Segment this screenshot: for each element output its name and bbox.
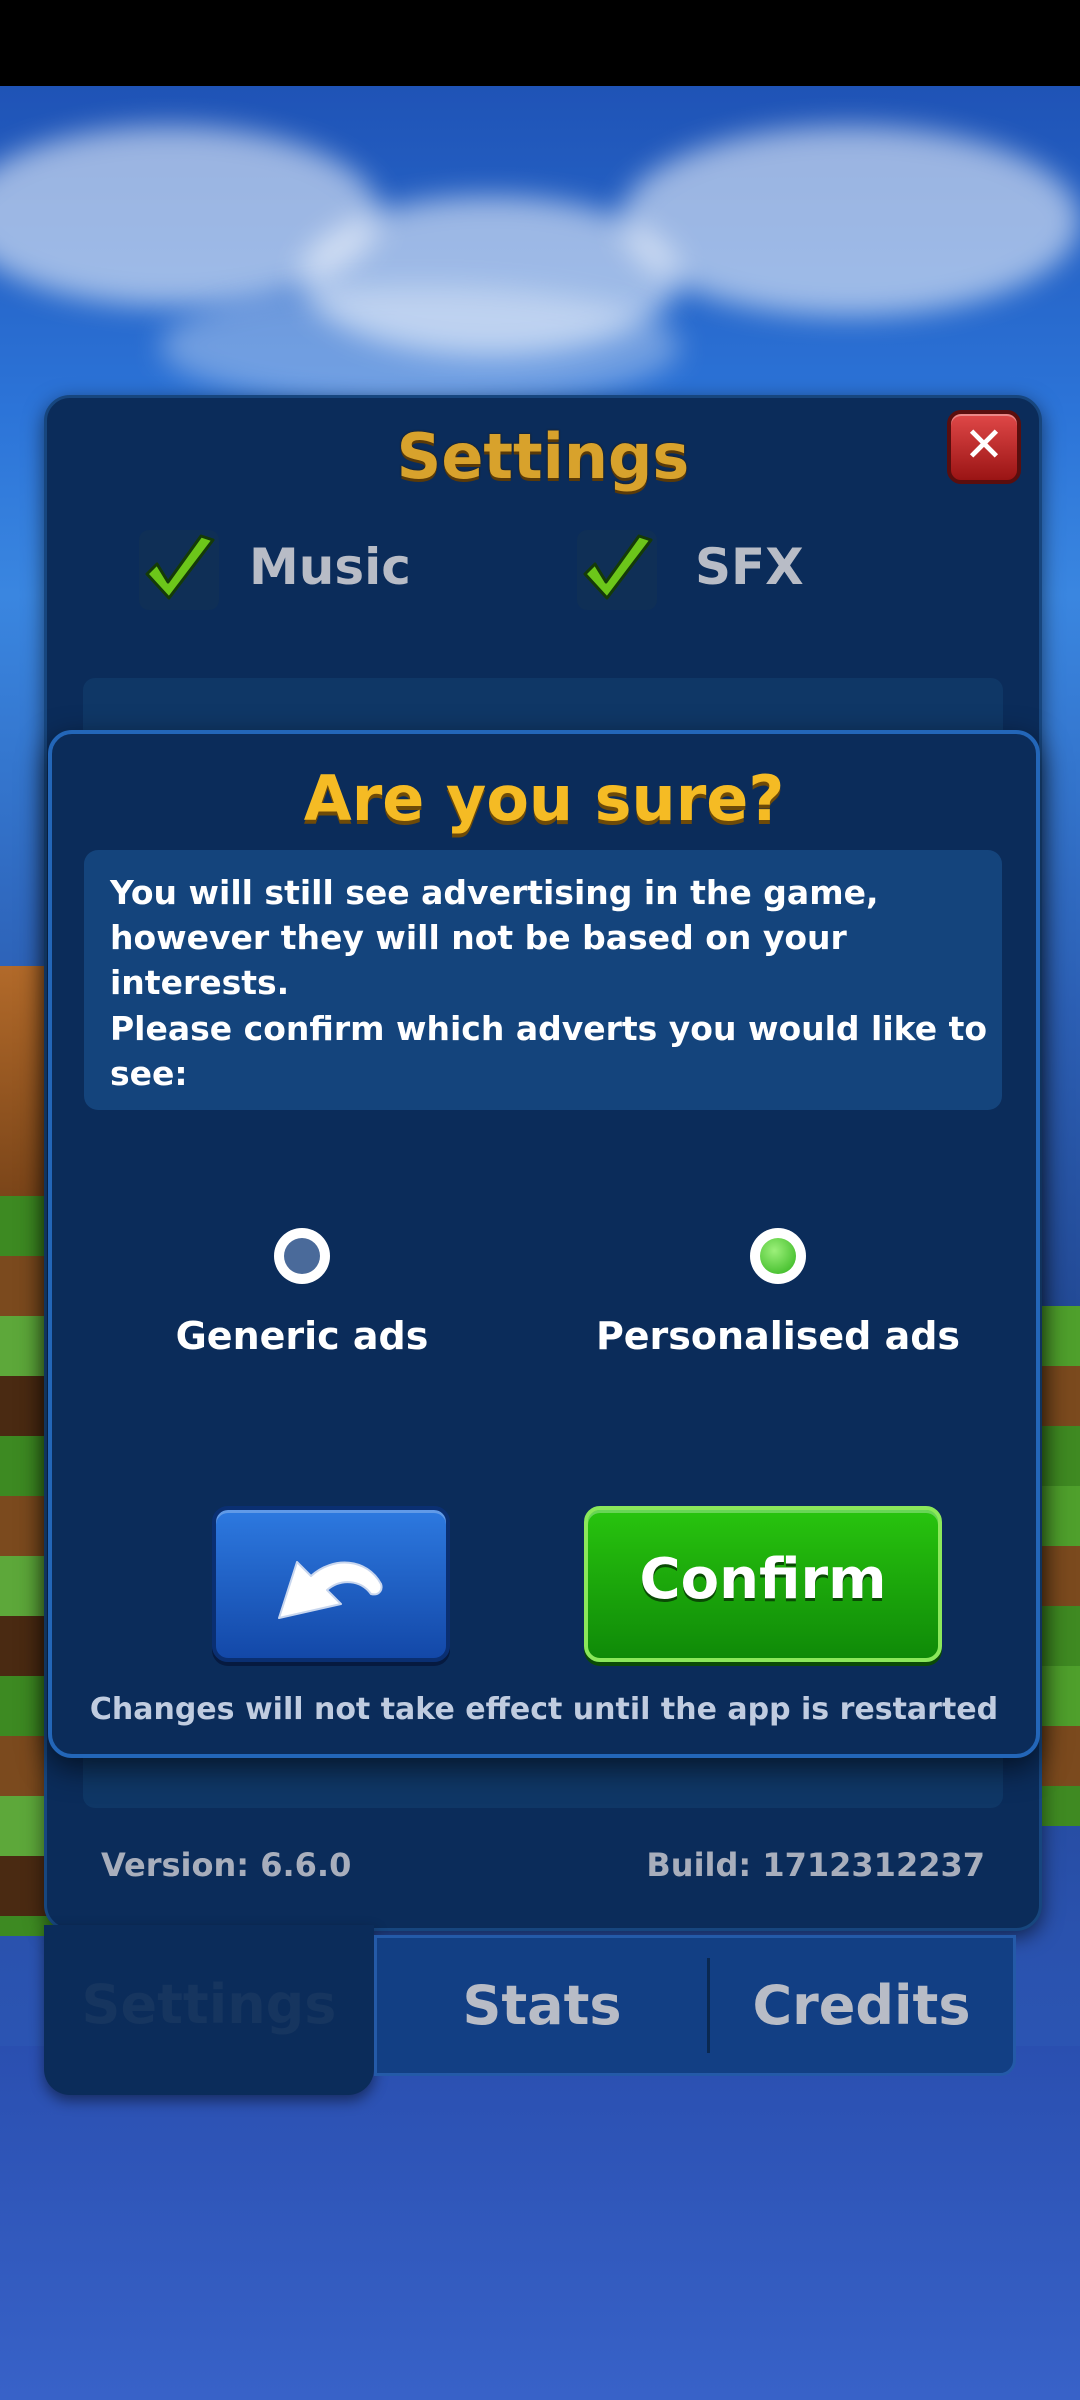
checkmark-icon [583, 534, 653, 600]
confirm-button[interactable]: Confirm [584, 1506, 942, 1662]
back-button[interactable] [212, 1506, 450, 1662]
ads-confirm-dialog: Are you sure? You will still see adverti… [48, 730, 1040, 1758]
personalised-ads-label[interactable]: Personalised ads [568, 1314, 988, 1358]
restart-note: Changes will not take effect until the a… [89, 1692, 999, 1727]
message-box: You will still see advertising in the ga… [84, 850, 1002, 1110]
checkered-hill-right [1038, 1306, 1080, 1826]
sfx-checkbox[interactable] [577, 530, 657, 610]
message-text-1: You will still see advertising in the ga… [110, 873, 879, 1002]
cloud [160, 286, 680, 406]
personalised-ads-radio[interactable] [750, 1228, 806, 1284]
music-label: Music [249, 538, 411, 596]
message-text-2: Please confirm which adverts you would l… [110, 1009, 988, 1093]
close-button[interactable]: ✕ [947, 410, 1021, 484]
generic-ads-radio[interactable] [274, 1228, 330, 1284]
build-text: Build: 1712312237 [646, 1846, 985, 1884]
sfx-label: SFX [695, 538, 804, 596]
cloud [620, 126, 1080, 316]
dialog-title: Are you sure? [303, 762, 785, 835]
tab-credits[interactable]: Credits [710, 1938, 1013, 2073]
generic-ads-label[interactable]: Generic ads [92, 1314, 512, 1358]
ground [0, 2046, 1080, 2400]
settings-title: Settings [396, 420, 690, 493]
radio-selected-dot [760, 1238, 796, 1274]
checkmark-icon [145, 534, 215, 600]
version-text: Version: 6.6.0 [101, 1846, 352, 1884]
music-checkbox[interactable] [139, 530, 219, 610]
tab-settings[interactable]: Settings [44, 1925, 374, 2095]
tab-bar: Stats Credits [374, 1935, 1016, 2076]
tab-stats[interactable]: Stats [377, 1938, 707, 2073]
undo-arrow-icon [278, 1561, 383, 1619]
radio-unselected-dot [284, 1238, 320, 1274]
